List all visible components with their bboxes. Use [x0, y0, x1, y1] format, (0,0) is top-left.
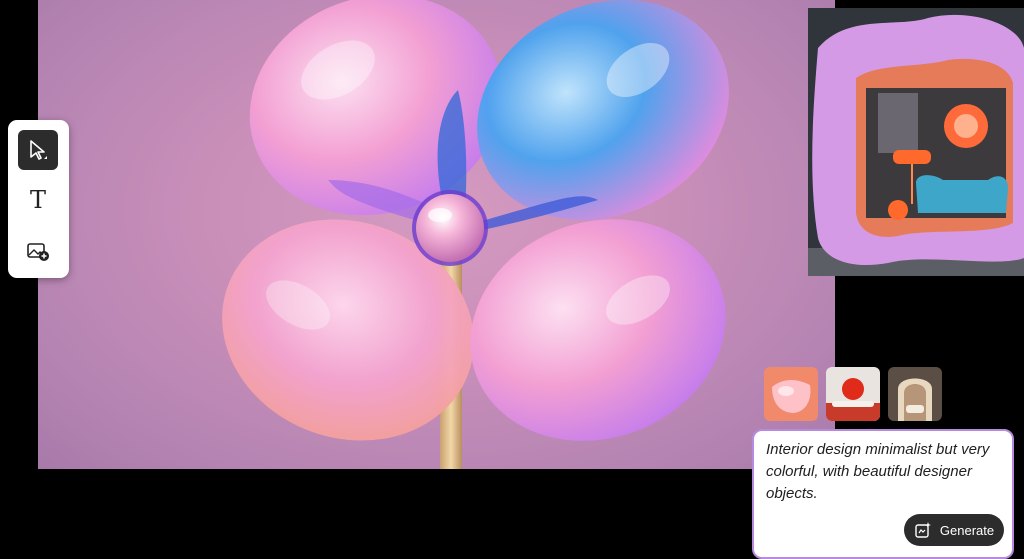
- suggestion-thumbnails: [764, 367, 944, 421]
- interior-storefront-illustration: [808, 8, 1024, 276]
- red-circle-interior-thumbnail: [826, 367, 880, 421]
- tool-palette: T: [8, 120, 69, 278]
- suggestion-thumbnail-2[interactable]: [826, 367, 880, 421]
- text-tool-button[interactable]: T: [18, 180, 58, 220]
- prompt-panel: Interior design minimalist but very colo…: [752, 429, 1014, 559]
- add-image-tool-button[interactable]: [18, 230, 58, 270]
- select-tool-button[interactable]: [18, 130, 58, 170]
- cursor-arrow-icon: [30, 140, 47, 160]
- main-canvas-image[interactable]: [38, 0, 835, 469]
- suggestion-thumbnail-3[interactable]: [888, 367, 942, 421]
- sparkle-generate-icon: [915, 522, 931, 538]
- suggestion-thumbnail-1[interactable]: [764, 367, 818, 421]
- bubble-flower-illustration: [222, 0, 729, 469]
- generate-button[interactable]: Generate: [904, 514, 1004, 546]
- image-add-icon: [27, 243, 49, 261]
- arched-lounge-interior-thumbnail: [888, 367, 942, 421]
- text-t-icon: T: [29, 186, 46, 214]
- generate-button-label: Generate: [939, 522, 995, 538]
- pink-glass-object-thumbnail: [764, 367, 818, 421]
- prompt-input[interactable]: Interior design minimalist but very colo…: [766, 439, 996, 505]
- side-generated-image[interactable]: [808, 8, 1024, 276]
